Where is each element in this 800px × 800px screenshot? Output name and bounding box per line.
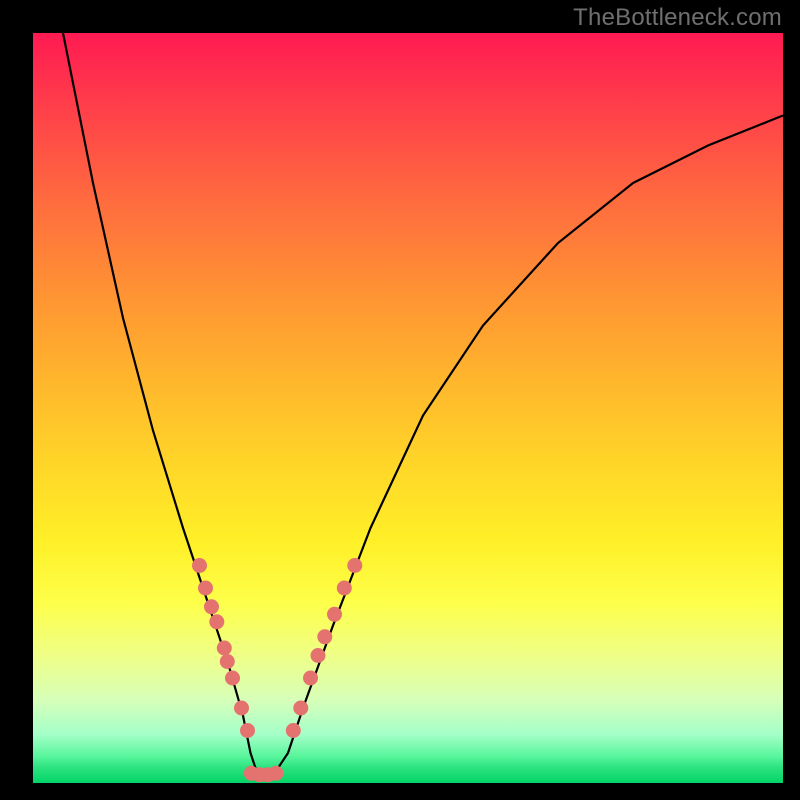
highlight-dot	[311, 648, 326, 663]
highlight-dot	[217, 641, 232, 656]
highlight-dot	[209, 614, 224, 629]
plot-area	[33, 33, 783, 783]
highlight-dot	[234, 701, 249, 716]
highlight-dot	[286, 723, 301, 738]
highlight-dot	[220, 654, 235, 669]
highlight-dot	[192, 558, 207, 573]
watermark-text: TheBottleneck.com	[573, 4, 782, 32]
highlight-dot	[303, 671, 318, 686]
highlight-dot	[269, 766, 284, 781]
highlight-dot	[337, 581, 352, 596]
highlight-dot	[317, 629, 332, 644]
chart-frame: TheBottleneck.com	[0, 0, 800, 800]
highlight-dot	[327, 607, 342, 622]
highlight-dot	[225, 671, 240, 686]
highlight-dot	[293, 701, 308, 716]
curve-svg	[33, 33, 783, 783]
bottleneck-curve	[63, 33, 783, 779]
highlight-dot	[240, 723, 255, 738]
highlight-dot	[347, 558, 362, 573]
highlight-dot	[204, 599, 219, 614]
highlight-dot	[198, 581, 213, 596]
highlight-dots	[192, 558, 362, 782]
